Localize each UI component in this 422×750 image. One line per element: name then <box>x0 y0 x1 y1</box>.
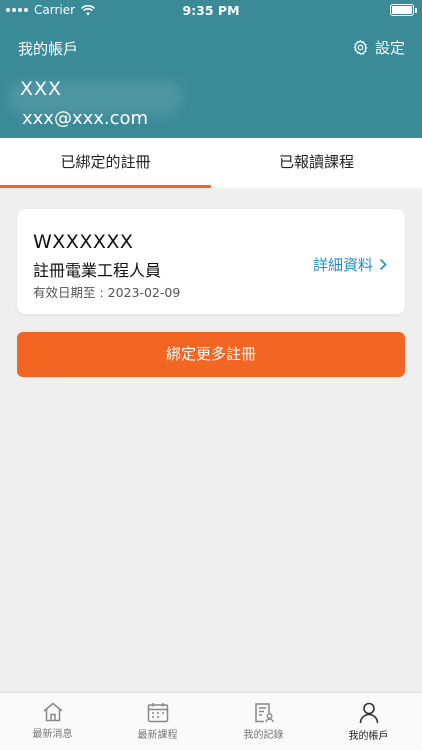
nav-item-account[interactable]: 我的帳戶 <box>316 693 421 750</box>
home-icon <box>43 702 62 722</box>
bind-more-button[interactable]: 綁定更多註冊 <box>17 332 405 377</box>
nav-item-records[interactable]: 我的記錄 <box>211 693 316 750</box>
person-icon <box>359 702 378 724</box>
nav-label: 最新課程 <box>137 730 178 741</box>
nav-item-news[interactable]: 最新消息 <box>0 693 105 750</box>
gear-icon <box>353 39 368 56</box>
nav-label: 我的帳戶 <box>348 731 389 742</box>
registration-card[interactable]: WXXXXXX 註冊電業工程人員 有效日期至 : 2023-02-09 詳細資料 <box>17 209 405 314</box>
status-time: 9:35 PM <box>182 3 240 18</box>
registration-type: 註冊電業工程人員 <box>33 261 162 280</box>
tab-label: 已綁定的註冊 <box>60 153 151 171</box>
tab-bar: 已綁定的註冊 已報讀課程 <box>0 138 422 188</box>
nav-item-courses[interactable]: 最新課程 <box>105 693 210 750</box>
details-label: 詳細資料 <box>312 256 373 274</box>
chevron-right-icon <box>379 258 387 271</box>
details-link[interactable]: 詳細資料 <box>313 254 387 275</box>
active-tab-indicator <box>0 185 211 188</box>
tab-enrolled-courses[interactable]: 已報讀課程 <box>211 138 422 188</box>
bottom-nav: 最新消息 最新課程 我的記錄 我的帳戶 <box>0 692 422 750</box>
user-name: XXX <box>20 78 63 100</box>
page-title: 我的帳戶 <box>18 40 79 58</box>
user-email: xxx@xxx.com <box>22 108 149 129</box>
status-bar: Carrier 9:35 PM <box>0 0 422 22</box>
registration-expiry: 有效日期至 : 2023-02-09 <box>33 285 181 300</box>
settings-button[interactable]: 設定 <box>352 37 405 58</box>
tab-bound-registrations[interactable]: 已綁定的註冊 <box>0 138 211 188</box>
account-header: Carrier 9:35 PM 我的帳戶 設定 XXX xxx@xxx.com <box>0 0 422 138</box>
nav-label: 我的記錄 <box>243 730 284 741</box>
nav-label: 最新消息 <box>32 729 73 740</box>
tab-label: 已報讀課程 <box>278 153 354 171</box>
settings-label: 設定 <box>374 39 405 57</box>
calendar-icon <box>147 703 168 723</box>
battery-icon <box>390 4 417 16</box>
record-icon <box>254 703 274 723</box>
registration-id: WXXXXXX <box>33 231 134 253</box>
